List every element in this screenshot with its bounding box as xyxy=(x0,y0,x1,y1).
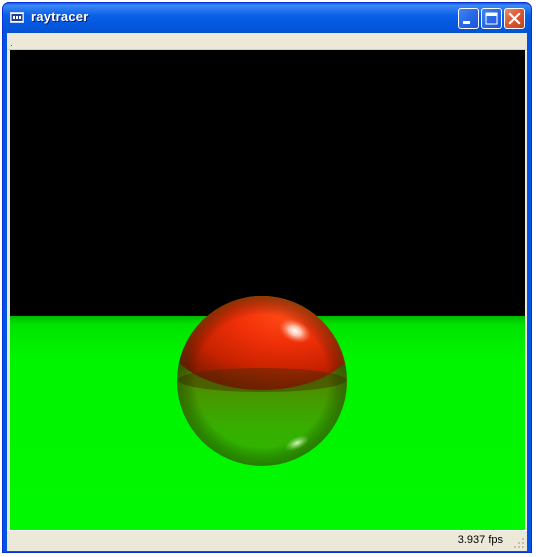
window-icon xyxy=(10,12,24,23)
rendered-scene xyxy=(10,50,525,530)
scene-sky xyxy=(10,50,525,316)
toolbar-marker xyxy=(11,45,12,46)
fps-readout: 3.937 fps xyxy=(457,534,503,546)
minimize-icon xyxy=(463,21,470,24)
window-title: raytracer xyxy=(31,9,89,24)
resize-grip-icon[interactable] xyxy=(513,537,525,549)
close-button[interactable] xyxy=(504,8,525,29)
maximize-icon xyxy=(485,12,498,25)
render-viewport[interactable] xyxy=(10,50,525,530)
toolbar-strip xyxy=(7,33,527,50)
maximize-button[interactable] xyxy=(481,8,502,29)
status-bar: 3.937 fps xyxy=(7,530,527,551)
client-area: 3.937 fps xyxy=(7,33,527,551)
close-icon xyxy=(508,12,521,25)
minimize-button[interactable] xyxy=(458,8,479,29)
title-bar[interactable]: raytracer xyxy=(3,3,531,33)
app-window: raytracer 3.937 fps xyxy=(2,2,532,553)
